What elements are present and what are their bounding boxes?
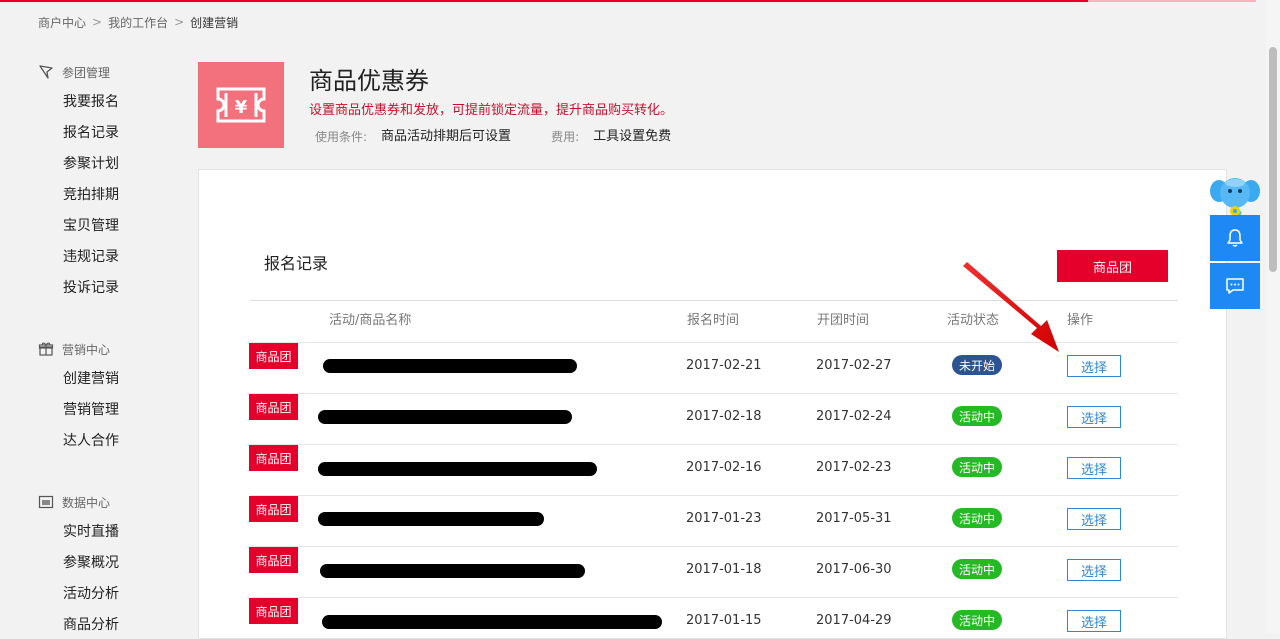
product-group-tag: 商品团 [249,394,298,420]
signup-time: 2017-02-16 [686,460,762,475]
sidebar: 参团管理 我要报名 报名记录 参聚计划 竞拍排期 宝贝管理 违规记录 投诉记录 … [0,50,190,633]
breadcrumb-item-current: 创建营销 [190,15,239,30]
sidebar-item-product-management[interactable]: 宝贝管理 [63,216,119,236]
condition-value: 商品活动排期后可设置 [381,129,512,144]
select-button[interactable]: 选择 [1067,559,1121,581]
breadcrumb: 商户中心 > 我的工作台 > 创建营销 [38,13,238,31]
page-description: 设置商品优惠券和发放，可提前锁定流量，提升商品购买转化。 [309,103,674,118]
redacted-product-name [322,615,662,629]
top-accent-line-light [1088,0,1256,2]
breadcrumb-item-merchant-center[interactable]: 商户中心 [38,14,86,31]
start-time: 2017-02-24 [816,409,892,424]
select-button[interactable]: 选择 [1067,406,1121,428]
status-badge: 活动中 [952,508,1002,528]
signup-records-panel: 报名记录 商品团 活动/商品名称 报名时间 开团时间 活动状态 操作 商品团 2… [198,169,1227,639]
fee-value: 工具设置免费 [593,129,672,144]
gift-icon [37,341,55,357]
image-icon [37,494,55,510]
sidebar-item-live[interactable]: 实时直播 [63,522,119,542]
sidebar-group-title: 营销中心 [62,342,111,357]
start-time: 2017-02-27 [816,358,892,373]
start-time: 2017-04-29 [816,613,892,628]
sidebar-item-complaints[interactable]: 投诉记录 [63,278,119,298]
signup-time: 2017-01-23 [686,511,762,526]
product-group-tag: 商品团 [249,343,298,369]
start-time: 2017-06-30 [816,562,892,577]
table-divider [250,444,1178,445]
sidebar-item-auction-schedule[interactable]: 竞拍排期 [63,185,119,205]
fee-label: 费用: [551,130,580,144]
top-accent-line [0,0,1255,2]
redacted-product-name [318,512,544,526]
product-group-tag: 商品团 [249,598,298,624]
sidebar-item-signup[interactable]: 我要报名 [63,92,119,112]
sidebar-group-title: 数据中心 [62,495,111,510]
status-badge: 活动中 [952,406,1002,426]
product-group-tag: 商品团 [249,445,298,471]
signup-time: 2017-01-18 [686,562,762,577]
select-button[interactable]: 选择 [1067,508,1121,530]
chat-icon [1226,278,1244,294]
table-divider [250,597,1178,598]
coupon-yen-icon: ¥ [198,62,284,148]
table-divider [250,393,1178,394]
table-divider [250,495,1178,496]
elephant-mascot-icon[interactable] [1209,173,1261,219]
column-header-start-time: 开团时间 [817,313,870,328]
sidebar-item-violations[interactable]: 违规记录 [63,247,119,267]
sidebar-item-create-marketing[interactable]: 创建营销 [63,369,119,389]
product-group-tag: 商品团 [249,547,298,573]
sidebar-item-signup-records[interactable]: 报名记录 [63,123,119,143]
sidebar-group-title: 参团管理 [62,65,111,80]
scrollbar-thumb[interactable] [1269,47,1277,272]
status-badge: 活动中 [952,610,1002,630]
start-time: 2017-02-23 [816,460,892,475]
sidebar-item-product-analysis[interactable]: 商品分析 [63,615,119,635]
sidebar-item-marketing-management[interactable]: 营销管理 [63,400,119,420]
select-button[interactable]: 选择 [1067,457,1121,479]
select-button[interactable]: 选择 [1067,355,1121,377]
product-group-button[interactable]: 商品团 [1057,250,1168,282]
condition-label: 使用条件: [315,130,368,144]
sidebar-item-activity-analysis[interactable]: 活动分析 [63,584,119,604]
signup-time: 2017-02-18 [686,409,762,424]
breadcrumb-separator: > [92,15,103,29]
sidebar-item-overview[interactable]: 参聚概况 [63,553,119,573]
table-divider [250,546,1178,547]
status-badge: 活动中 [952,457,1002,477]
status-badge: 活动中 [952,559,1002,579]
annotation-arrow-icon [963,262,1059,352]
bell-icon [1227,229,1243,247]
signup-time: 2017-01-15 [686,613,762,628]
redacted-product-name [323,359,577,373]
breadcrumb-item-workbench[interactable]: 我的工作台 [108,14,168,31]
redacted-product-name [318,462,597,476]
sidebar-group-marketing: 营销中心 [37,339,110,359]
sidebar-item-influencer-cooperation[interactable]: 达人合作 [63,431,119,451]
column-header-signup-time: 报名时间 [687,313,740,328]
page-title: 商品优惠券 [309,67,429,95]
column-header-name: 活动/商品名称 [329,313,412,328]
redacted-product-name [318,410,572,424]
hero-conditions: 使用条件: 商品活动排期后可设置 费用: 工具设置免费 [315,128,671,146]
chat-button[interactable] [1210,263,1260,309]
sidebar-group-participation: 参团管理 [37,62,110,82]
svg-text:¥: ¥ [235,97,248,118]
notification-button[interactable] [1210,215,1260,261]
flag-icon [37,64,55,80]
breadcrumb-separator: > [174,15,185,29]
panel-title: 报名记录 [264,254,329,273]
column-header-action: 操作 [1067,313,1094,328]
sidebar-item-plan[interactable]: 参聚计划 [63,154,119,174]
redacted-product-name [320,564,585,578]
signup-time: 2017-02-21 [686,358,762,373]
sidebar-group-data: 数据中心 [37,492,110,512]
start-time: 2017-05-31 [816,511,892,526]
product-group-tag: 商品团 [249,496,298,522]
status-badge: 未开始 [952,355,1002,375]
select-button[interactable]: 选择 [1067,610,1121,632]
